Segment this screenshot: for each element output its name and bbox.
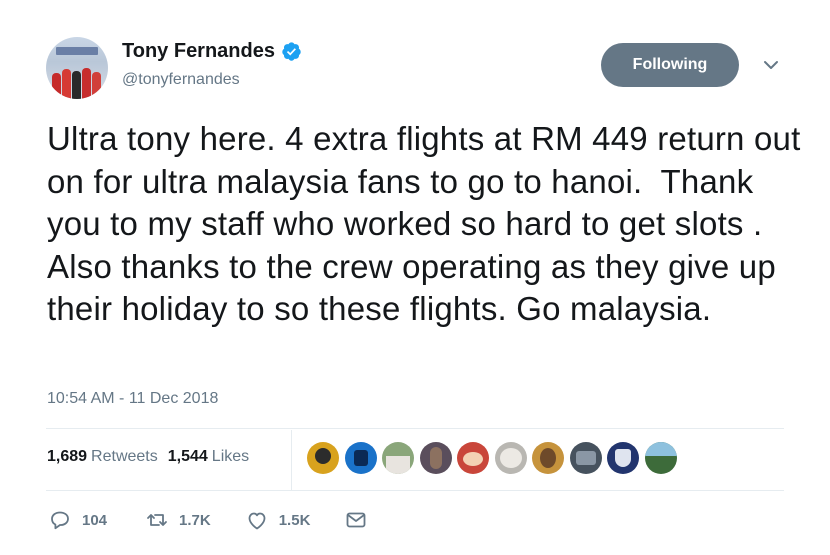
like-count: 1.5K bbox=[278, 511, 311, 529]
liker-avatars bbox=[307, 442, 682, 474]
chevron-down-icon[interactable] bbox=[763, 59, 779, 71]
verified-badge-icon bbox=[281, 41, 302, 62]
user-handle[interactable]: @tonyfernandes bbox=[122, 71, 302, 89]
divider bbox=[46, 428, 784, 429]
liker-avatar[interactable] bbox=[607, 442, 639, 474]
retweet-button[interactable]: 1.7K bbox=[145, 508, 211, 532]
avatar[interactable] bbox=[46, 37, 108, 99]
divider bbox=[46, 490, 784, 491]
likes-count[interactable]: 1,544 bbox=[168, 448, 208, 466]
avatar-figure bbox=[52, 73, 61, 99]
liker-avatar[interactable] bbox=[494, 442, 527, 474]
retweet-icon bbox=[147, 514, 167, 526]
retweets-count[interactable]: 1,689 bbox=[47, 448, 87, 466]
liker-avatar[interactable] bbox=[644, 442, 677, 474]
liker-avatar[interactable] bbox=[419, 442, 452, 474]
avatar-figure bbox=[72, 71, 81, 99]
tweet-header: Tony Fernandes @tonyfernandes Following bbox=[46, 37, 786, 101]
avatar-figure bbox=[82, 68, 91, 99]
reply-count: 104 bbox=[82, 511, 108, 529]
liker-avatar[interactable] bbox=[457, 442, 489, 474]
reply-icon bbox=[51, 511, 69, 530]
liker-avatar[interactable] bbox=[344, 442, 377, 474]
liker-avatar[interactable] bbox=[569, 442, 602, 474]
envelope-icon bbox=[347, 512, 366, 528]
tweet-text: Ultra tony here. 4 extra flights at RM 4… bbox=[47, 120, 810, 327]
direct-message-button[interactable] bbox=[344, 508, 368, 532]
following-button[interactable]: Following bbox=[601, 43, 739, 87]
retweets-label[interactable]: Retweets bbox=[91, 448, 158, 466]
avatar-figure bbox=[62, 69, 71, 99]
user-info: Tony Fernandes @tonyfernandes bbox=[122, 40, 302, 89]
heart-icon bbox=[248, 512, 266, 530]
tweet-actions: 104 1.7K 1.5K bbox=[48, 508, 368, 532]
display-name[interactable]: Tony Fernandes bbox=[122, 40, 275, 63]
likes-label[interactable]: Likes bbox=[212, 448, 249, 466]
liker-avatar[interactable] bbox=[307, 442, 339, 474]
like-button[interactable]: 1.5K bbox=[245, 508, 311, 532]
tweet-stats: 1,689 Retweets 1,544 Likes bbox=[47, 448, 249, 466]
tweet-timestamp[interactable]: 10:54 AM - 11 Dec 2018 bbox=[47, 390, 218, 408]
liker-avatar[interactable] bbox=[382, 442, 414, 474]
avatar-figure bbox=[92, 72, 101, 99]
reply-button[interactable]: 104 bbox=[48, 508, 107, 532]
avatar-banner-shape bbox=[56, 47, 98, 55]
retweet-count: 1.7K bbox=[179, 511, 211, 529]
liker-avatar[interactable] bbox=[532, 442, 564, 474]
stats-separator bbox=[291, 430, 292, 490]
